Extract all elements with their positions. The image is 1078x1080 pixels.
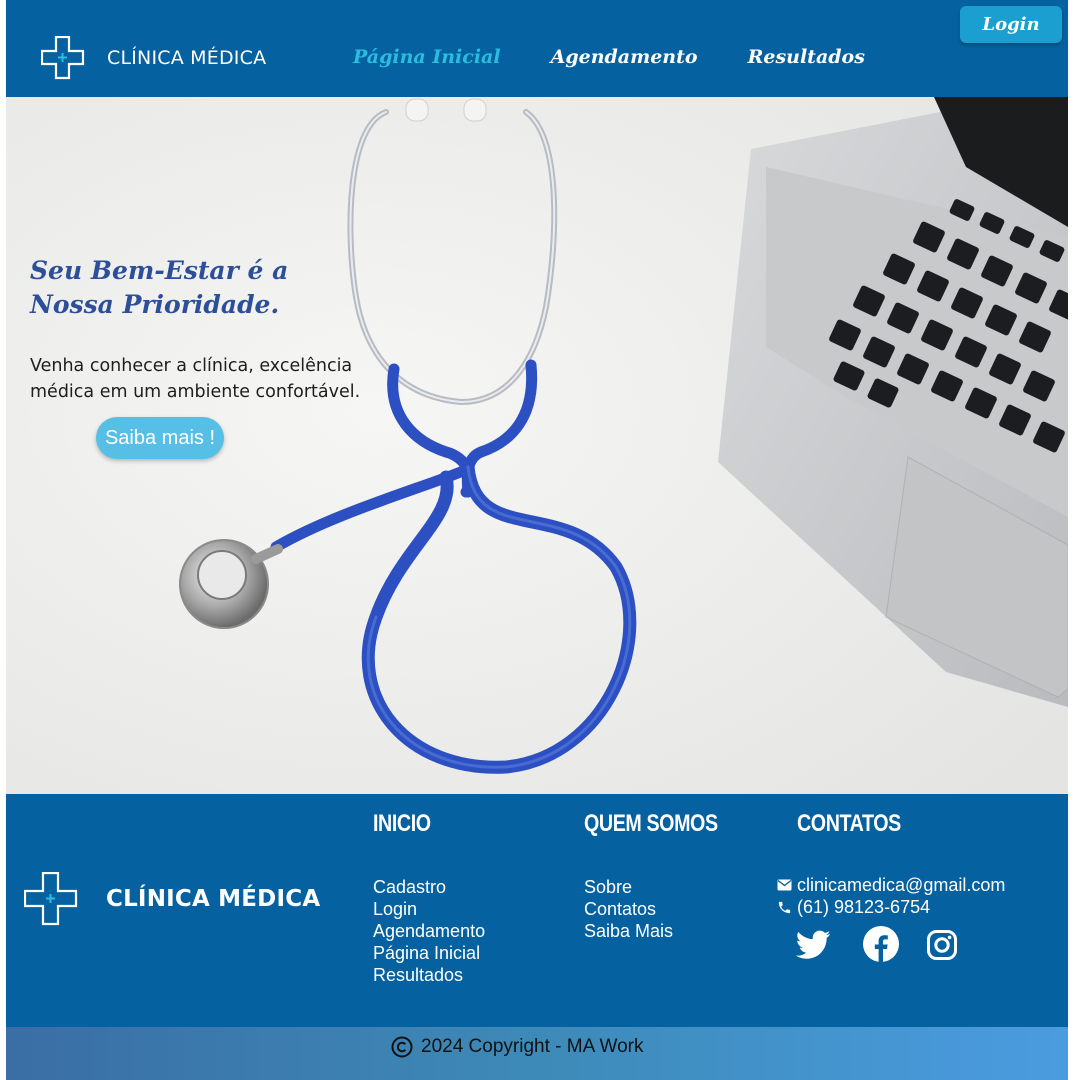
instagram-icon[interactable]: [927, 930, 957, 960]
footer-col-quem-somos: QUEM SOMOS Sobre Contatos Saiba Mais: [584, 810, 747, 942]
copyright-icon: [391, 1036, 413, 1058]
medical-cross-icon: [24, 872, 78, 926]
nav-resultados[interactable]: Resultados: [748, 46, 865, 68]
footer-link-cadastro[interactable]: Cadastro: [373, 876, 485, 898]
contact-phone[interactable]: (61) 98123-6754: [777, 896, 930, 918]
hero-section: Seu Bem-Estar é a Nossa Prioridade. Venh…: [6, 97, 1068, 794]
footer-brand-name: CLÍNICA MÉDICA: [106, 886, 321, 912]
header: CLÍNICA MÉDICA Página Inicial Agendament…: [6, 0, 1068, 97]
footer-link-contatos[interactable]: Contatos: [584, 898, 747, 920]
medical-cross-icon: [41, 36, 85, 80]
facebook-icon[interactable]: [863, 926, 899, 962]
footer-link-resultados[interactable]: Resultados: [373, 964, 485, 986]
phone-icon: [778, 901, 791, 913]
main-nav: Página Inicial Agendamento Resultados: [353, 46, 865, 68]
copyright: 2024 Copyright - MA Work: [391, 1036, 643, 1058]
footer-links: Sobre Contatos Saiba Mais: [584, 876, 747, 942]
footer-link-login[interactable]: Login: [373, 898, 485, 920]
mail-icon: [777, 879, 792, 891]
footer-col-title: QUEM SOMOS: [584, 810, 718, 837]
footer-col-inicio: INICIO Cadastro Login Agendamento Página…: [373, 810, 485, 986]
contact-email[interactable]: clinicamedica@gmail.com: [777, 874, 1005, 896]
twitter-icon[interactable]: [796, 930, 831, 960]
footer-link-pagina-inicial[interactable]: Página Inicial: [373, 942, 485, 964]
footer-col-title: CONTATOS: [797, 810, 901, 837]
nav-agendamento[interactable]: Agendamento: [551, 46, 698, 68]
footer-link-agendamento[interactable]: Agendamento: [373, 920, 485, 942]
nav-pagina-inicial[interactable]: Página Inicial: [353, 46, 501, 68]
header-logo[interactable]: CLÍNICA MÉDICA: [41, 36, 266, 80]
footer-logo[interactable]: CLÍNICA MÉDICA: [24, 872, 320, 926]
footer-col-title: INICIO: [373, 810, 431, 837]
saiba-mais-button[interactable]: Saiba mais !: [96, 417, 224, 459]
page: CLÍNICA MÉDICA Página Inicial Agendament…: [6, 0, 1068, 1080]
phone-text: (61) 98123-6754: [797, 897, 931, 917]
footer-link-saiba-mais[interactable]: Saiba Mais: [584, 920, 747, 942]
brand-name: CLÍNICA MÉDICA: [107, 47, 267, 69]
hero-description: Venha conhecer a clínica, excelência méd…: [30, 356, 361, 402]
login-button[interactable]: Login: [960, 6, 1062, 43]
footer-link-sobre[interactable]: Sobre: [584, 876, 747, 898]
footer-col-contatos: CONTATOS: [797, 810, 924, 838]
copyright-bar: 2024 Copyright - MA Work: [6, 1027, 1068, 1080]
email-text: clinicamedica@gmail.com: [797, 875, 1006, 895]
footer: CLÍNICA MÉDICA INICIO Cadastro Login Age…: [6, 794, 1068, 1027]
footer-links: Cadastro Login Agendamento Página Inicia…: [373, 876, 485, 986]
copyright-text: 2024 Copyright - MA Work: [421, 1036, 644, 1057]
hero-title: Seu Bem-Estar é a Nossa Prioridade.: [30, 256, 289, 319]
